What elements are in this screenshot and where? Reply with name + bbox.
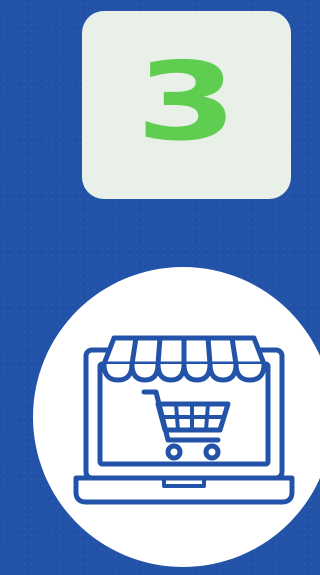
laptop-base-shape: [73, 475, 295, 505]
cart-wheel-right-shape: [203, 443, 221, 461]
awning-scallops-shape: [101, 361, 267, 383]
step-number: 3: [135, 40, 238, 165]
cart-grid-shape: [159, 402, 226, 432]
step-badge: 3: [82, 11, 291, 199]
cart-wheel-left-shape: [165, 443, 183, 461]
laptop-shopping-cart-icon: [73, 335, 295, 505]
